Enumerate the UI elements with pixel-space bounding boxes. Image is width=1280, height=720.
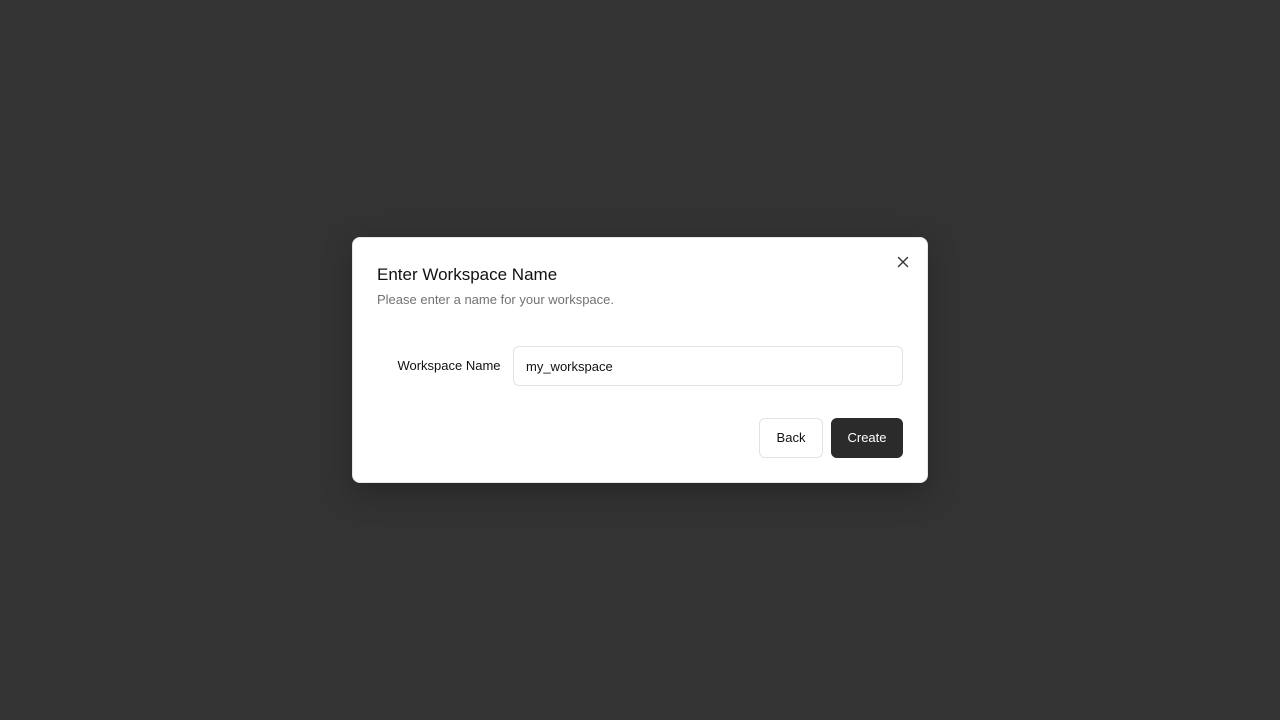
close-icon (897, 256, 909, 268)
dialog-subtitle: Please enter a name for your workspace. (377, 292, 615, 307)
workspace-name-label: Workspace Name (397, 358, 501, 373)
create-button[interactable]: Create (831, 418, 903, 458)
workspace-name-input[interactable] (513, 346, 903, 386)
workspace-name-dialog: Enter Workspace Name Please enter a name… (352, 237, 928, 483)
dialog-title: Enter Workspace Name (377, 265, 558, 284)
close-button[interactable] (893, 252, 913, 272)
back-button[interactable]: Back (759, 418, 823, 458)
